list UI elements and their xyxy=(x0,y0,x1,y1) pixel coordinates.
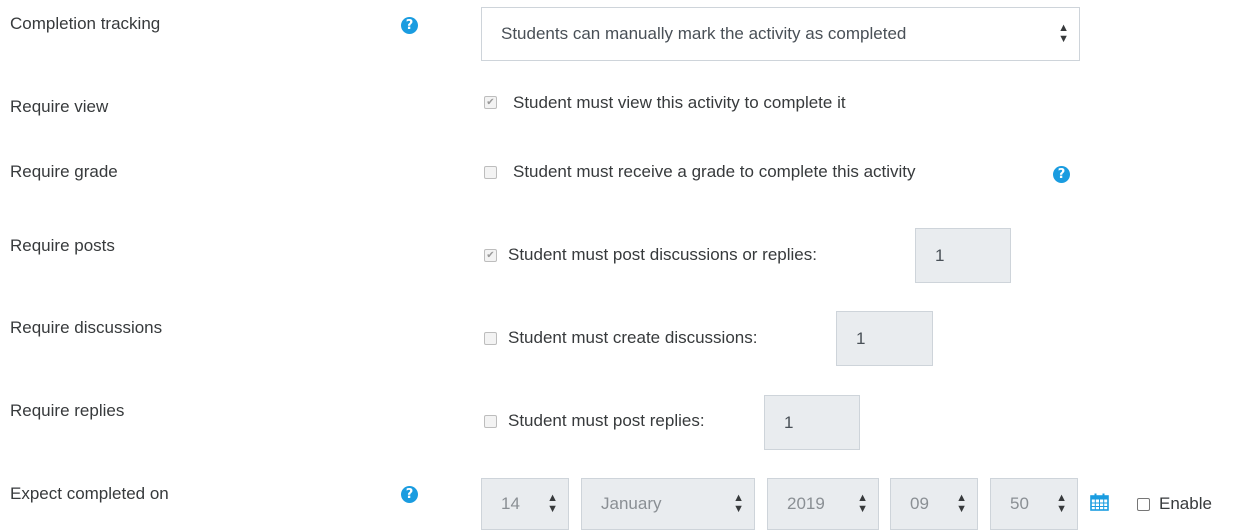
completion-tracking-select-value: Students can manually mark the activity … xyxy=(501,24,907,43)
enable-checkbox-label: Enable xyxy=(1159,494,1212,513)
require-discussions-label: Require discussions xyxy=(10,318,163,337)
require-discussions-checkbox[interactable] xyxy=(484,332,497,345)
require-posts-label: Require posts xyxy=(10,236,115,255)
require-replies-label: Require replies xyxy=(10,401,125,420)
sort-caret-icon: ▲ ▼ xyxy=(956,492,967,515)
require-replies-checkbox-label: Student must post replies: xyxy=(508,411,705,430)
month-select[interactable]: January ▲ ▼ xyxy=(581,478,755,530)
completion-tracking-help-icon[interactable]: ? xyxy=(401,17,418,34)
require-posts-checkbox-label: Student must post discussions or replies… xyxy=(508,245,817,264)
require-grade-checkbox[interactable] xyxy=(484,166,497,179)
minute-select[interactable]: 50 ▲ ▼ xyxy=(990,478,1078,530)
expect-completed-on-label: Expect completed on xyxy=(10,484,169,503)
enable-checkbox[interactable] xyxy=(1137,498,1150,511)
require-posts-checkbox[interactable]: ✔ xyxy=(484,249,497,262)
completion-tracking-label: Completion tracking xyxy=(10,14,161,33)
calendar-icon[interactable] xyxy=(1090,493,1109,511)
require-grade-label: Require grade xyxy=(10,162,118,181)
require-replies-count-value: 1 xyxy=(784,412,794,432)
require-view-checkbox[interactable]: ✔ xyxy=(484,96,497,109)
sort-caret-icon: ▲ ▼ xyxy=(1056,492,1067,515)
hour-select[interactable]: 09 ▲ ▼ xyxy=(890,478,978,530)
require-view-label: Require view xyxy=(10,97,109,116)
day-select-value: 14 xyxy=(501,494,520,513)
year-select[interactable]: 2019 ▲ ▼ xyxy=(767,478,879,530)
require-grade-help-icon[interactable]: ? xyxy=(1053,166,1070,183)
require-view-checkbox-label: Student must view this activity to compl… xyxy=(513,93,846,112)
minute-select-value: 50 xyxy=(1010,494,1029,513)
require-discussions-count-value: 1 xyxy=(856,328,866,348)
hour-select-value: 09 xyxy=(910,494,929,513)
require-grade-checkbox-label: Student must receive a grade to complete… xyxy=(513,162,916,181)
sort-caret-icon: ▲ ▼ xyxy=(1058,22,1069,45)
expect-completed-on-help-icon[interactable]: ? xyxy=(401,486,418,503)
sort-caret-icon: ▲ ▼ xyxy=(733,492,744,515)
month-select-value: January xyxy=(601,494,662,513)
require-posts-count-value: 1 xyxy=(935,245,945,265)
require-posts-count-input[interactable]: 1 xyxy=(915,228,1011,283)
year-select-value: 2019 xyxy=(787,494,825,513)
require-replies-count-input[interactable]: 1 xyxy=(764,395,860,450)
require-discussions-checkbox-label: Student must create discussions: xyxy=(508,328,758,347)
require-replies-checkbox[interactable] xyxy=(484,415,497,428)
completion-tracking-select[interactable]: Students can manually mark the activity … xyxy=(481,7,1080,61)
day-select[interactable]: 14 ▲ ▼ xyxy=(481,478,569,530)
sort-caret-icon: ▲ ▼ xyxy=(547,492,558,515)
require-discussions-count-input[interactable]: 1 xyxy=(836,311,933,366)
sort-caret-icon: ▲ ▼ xyxy=(857,492,868,515)
